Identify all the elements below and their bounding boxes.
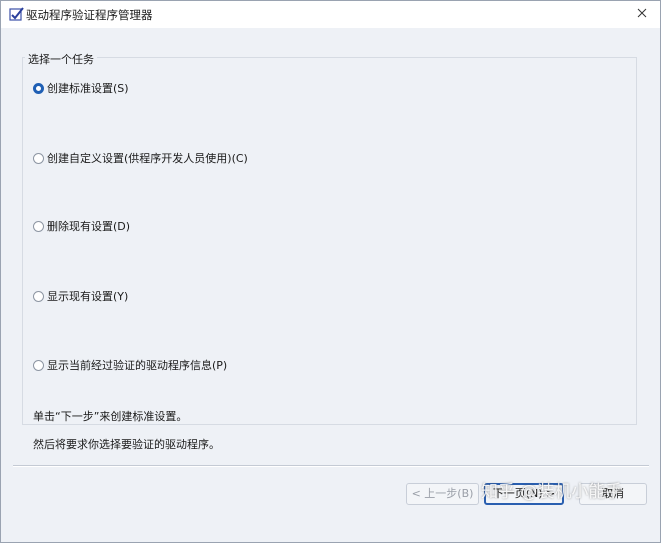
radio-button-checked[interactable] [33,82,44,94]
dialog-body: 选择一个任务 创建标准设置(S) 创建自定义设置(供程序开发人员使用)(C) 删… [1,28,660,542]
radio-show-verified-info[interactable]: 显示当前经过验证的驱动程序信息(P) [33,358,227,372]
radio-delete-existing[interactable]: 删除现有设置(D) [33,219,130,233]
footer-divider [13,465,649,467]
radio-create-standard[interactable]: 创建标准设置(S) [33,81,129,95]
checklist-app-icon [8,6,24,22]
radio-label: 删除现有设置(D) [47,220,131,233]
radio-button[interactable] [33,220,44,232]
radio-create-custom[interactable]: 创建自定义设置(供程序开发人员使用)(C) [33,151,248,165]
radio-button[interactable] [33,359,44,371]
info-line-next-step: 单击“下一步”来创建标准设置。 [33,410,188,423]
window-title: 驱动程序验证程序管理器 [26,8,153,22]
close-icon [637,8,647,18]
info-line-select-drivers: 然后将要求你选择要验证的驱动程序。 [33,438,220,451]
radio-label: 创建自定义设置(供程序开发人员使用)(C) [47,152,248,165]
driver-verifier-window: 驱动程序验证程序管理器 选择一个任务 创建标准设置(S) 创建自定义设置(供程序… [0,0,661,543]
radio-button[interactable] [33,290,44,302]
close-button[interactable] [632,5,652,23]
radio-label: 显示当前经过验证的驱动程序信息(P) [47,359,228,372]
radio-button[interactable] [33,152,44,164]
title-bar: 驱动程序验证程序管理器 [1,1,660,28]
radio-label: 显示现有设置(Y) [47,290,129,303]
radio-show-existing[interactable]: 显示现有设置(Y) [33,289,128,303]
radio-label: 创建标准设置(S) [47,82,129,95]
back-button[interactable]: < 上一步(B) [406,483,479,505]
task-group-legend: 选择一个任务 [25,51,97,67]
cancel-button[interactable]: 取消 [579,483,647,505]
next-button[interactable]: 下一页(N) > [484,483,564,505]
